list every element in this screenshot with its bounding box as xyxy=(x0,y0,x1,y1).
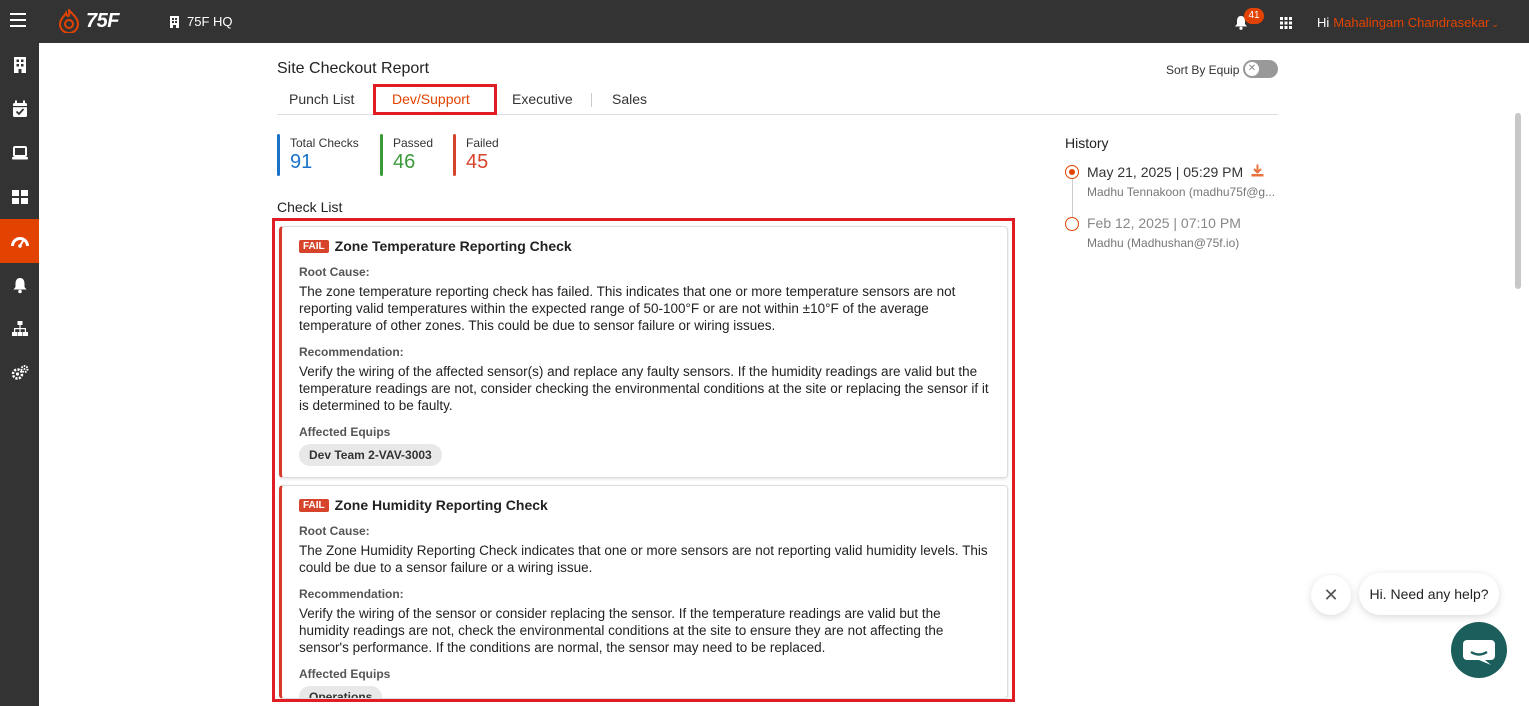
stat-bar-passed xyxy=(380,134,383,176)
download-icon[interactable] xyxy=(1251,164,1264,177)
stat-bar-total xyxy=(277,134,280,176)
tab-divider xyxy=(591,93,592,107)
top-bar: 75F 75F HQ 41 Hi Mahalingam Chandrasekar ⌄ xyxy=(0,0,1529,43)
chat-greeting-bubble[interactable]: Hi. Need any help? xyxy=(1359,573,1499,615)
history-radio[interactable] xyxy=(1065,217,1079,231)
stat-bar-failed xyxy=(453,134,456,176)
highlight-box-tab xyxy=(373,84,497,115)
menu-icon[interactable] xyxy=(10,13,26,27)
chevron-down-icon: ⌄ xyxy=(1491,19,1499,29)
gauge-icon xyxy=(10,237,29,248)
hierarchy-icon xyxy=(11,321,28,336)
stat-label-total: Total Checks xyxy=(290,136,359,150)
sidebar-item-hierarchy[interactable] xyxy=(0,307,39,351)
stat-failed: Failed 45 xyxy=(453,134,499,176)
tab-punch-list[interactable]: Punch List xyxy=(289,91,354,107)
stat-label-passed: Passed xyxy=(393,136,434,150)
sort-by-equip-label: Sort By Equip xyxy=(1166,63,1240,77)
highlight-box-checklist xyxy=(272,218,1015,702)
building-icon xyxy=(13,57,26,73)
flame-icon xyxy=(58,9,80,33)
sidebar-item-dashboard[interactable] xyxy=(0,175,39,219)
history-date[interactable]: Feb 12, 2025 | 07:10 PM xyxy=(1087,215,1241,231)
stat-total-checks: Total Checks 91 xyxy=(277,134,359,176)
sort-by-equip-toggle[interactable]: ✕ xyxy=(1243,60,1278,78)
chat-close-button[interactable]: ✕ xyxy=(1311,575,1351,615)
building-icon xyxy=(170,15,179,28)
history-radio-active[interactable] xyxy=(1065,165,1079,179)
history-user: Madhu Tennakoon (madhu75f@g... xyxy=(1087,185,1276,199)
sidebar-item-devices[interactable] xyxy=(0,131,39,175)
close-icon: ✕ xyxy=(1245,62,1259,76)
site-name: 75F HQ xyxy=(187,14,233,29)
sidebar-item-buildings[interactable] xyxy=(0,43,39,87)
apps-grid-icon[interactable] xyxy=(1280,17,1292,29)
stat-value-failed: 45 xyxy=(466,151,489,173)
logo-text: 75F xyxy=(86,9,119,32)
chat-launcher-button[interactable] xyxy=(1451,622,1507,678)
laptop-icon xyxy=(11,146,28,160)
bell-icon xyxy=(13,278,26,294)
sidebar xyxy=(0,43,39,706)
user-name: Mahalingam Chandrasekar xyxy=(1333,15,1490,30)
stat-label-failed: Failed xyxy=(466,136,499,150)
page-scrollbar[interactable] xyxy=(1515,113,1521,289)
sidebar-item-checkout[interactable] xyxy=(0,219,39,263)
stat-value-total: 91 xyxy=(290,151,313,173)
user-menu[interactable]: Hi Mahalingam Chandrasekar ⌄ xyxy=(1317,15,1499,30)
tab-sales[interactable]: Sales xyxy=(612,91,647,107)
page-title: Site Checkout Report xyxy=(277,60,430,77)
sidebar-item-settings[interactable] xyxy=(0,351,39,395)
tab-executive[interactable]: Executive xyxy=(512,91,573,107)
history-title: History xyxy=(1065,135,1109,151)
calendar-check-icon xyxy=(12,100,27,117)
dashboard-icon xyxy=(11,190,28,204)
site-selector[interactable]: 75F HQ xyxy=(170,14,233,29)
chat-icon xyxy=(1463,640,1495,665)
sidebar-item-alerts[interactable] xyxy=(0,263,39,307)
logo[interactable]: 75F xyxy=(58,9,119,33)
checklist-title: Check List xyxy=(277,199,343,215)
greeting: Hi xyxy=(1317,15,1330,30)
history-timeline xyxy=(1072,178,1073,217)
stat-passed: Passed 46 xyxy=(380,134,433,176)
history-user: Madhu (Madhushan@75f.io) xyxy=(1087,236,1240,250)
history-date[interactable]: May 21, 2025 | 05:29 PM xyxy=(1087,164,1243,180)
stat-value-passed: 46 xyxy=(393,151,416,173)
gears-icon xyxy=(11,365,28,380)
sidebar-item-calendar[interactable] xyxy=(0,87,39,131)
notification-badge: 41 xyxy=(1244,8,1264,24)
